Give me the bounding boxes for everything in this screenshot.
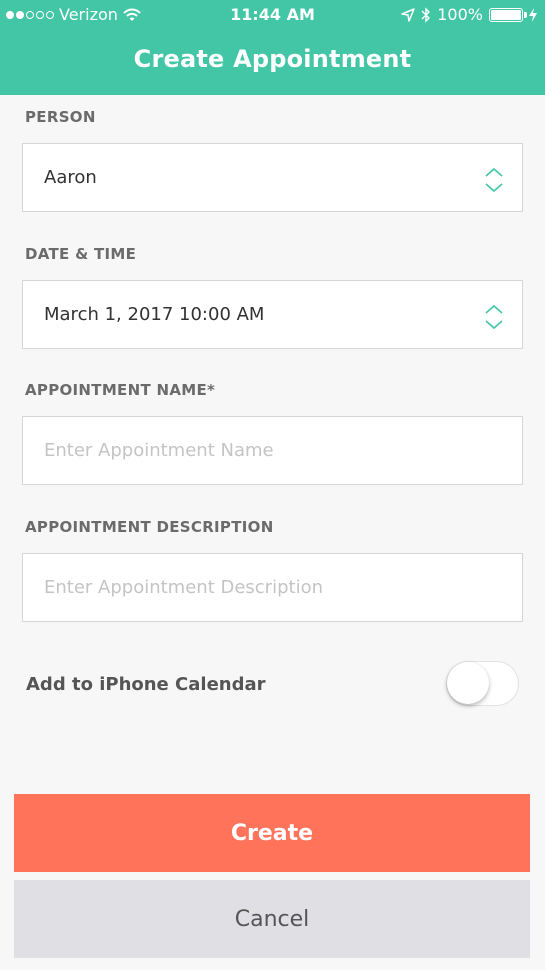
create-button[interactable]: Create <box>14 794 530 872</box>
appointment-description-label: APPOINTMENT DESCRIPTION <box>25 518 274 536</box>
calendar-toggle-switch[interactable] <box>446 661 519 706</box>
datetime-label: DATE & TIME <box>25 245 137 263</box>
appointment-description-field-wrapper <box>22 553 523 622</box>
person-label: PERSON <box>25 108 96 126</box>
appointment-description-input[interactable] <box>23 554 522 621</box>
location-arrow-icon <box>401 7 415 22</box>
appointment-name-field-wrapper <box>22 416 523 485</box>
bluetooth-icon <box>421 6 431 23</box>
datetime-value: March 1, 2017 10:00 AM <box>44 304 265 325</box>
header-bar: Verizon 11:44 AM 100% Create Appointment <box>0 0 545 95</box>
charging-bolt-icon <box>529 7 537 22</box>
status-right: 100% <box>401 5 537 24</box>
appointment-name-label: APPOINTMENT NAME* <box>25 381 216 399</box>
status-bar: Verizon 11:44 AM 100% <box>0 0 545 30</box>
person-value: Aaron <box>44 167 97 188</box>
stepper-chevrons-icon <box>485 304 503 330</box>
cancel-button[interactable]: Cancel <box>14 880 530 958</box>
calendar-toggle-label: Add to iPhone Calendar <box>26 674 266 695</box>
appointment-name-input[interactable] <box>23 417 522 484</box>
person-picker[interactable]: Aaron <box>22 143 523 212</box>
datetime-picker[interactable]: March 1, 2017 10:00 AM <box>22 280 523 349</box>
battery-percent: 100% <box>437 5 483 24</box>
toggle-knob <box>447 662 489 704</box>
battery-icon <box>489 7 527 22</box>
stepper-chevrons-icon <box>485 167 503 193</box>
page-title: Create Appointment <box>133 45 412 73</box>
